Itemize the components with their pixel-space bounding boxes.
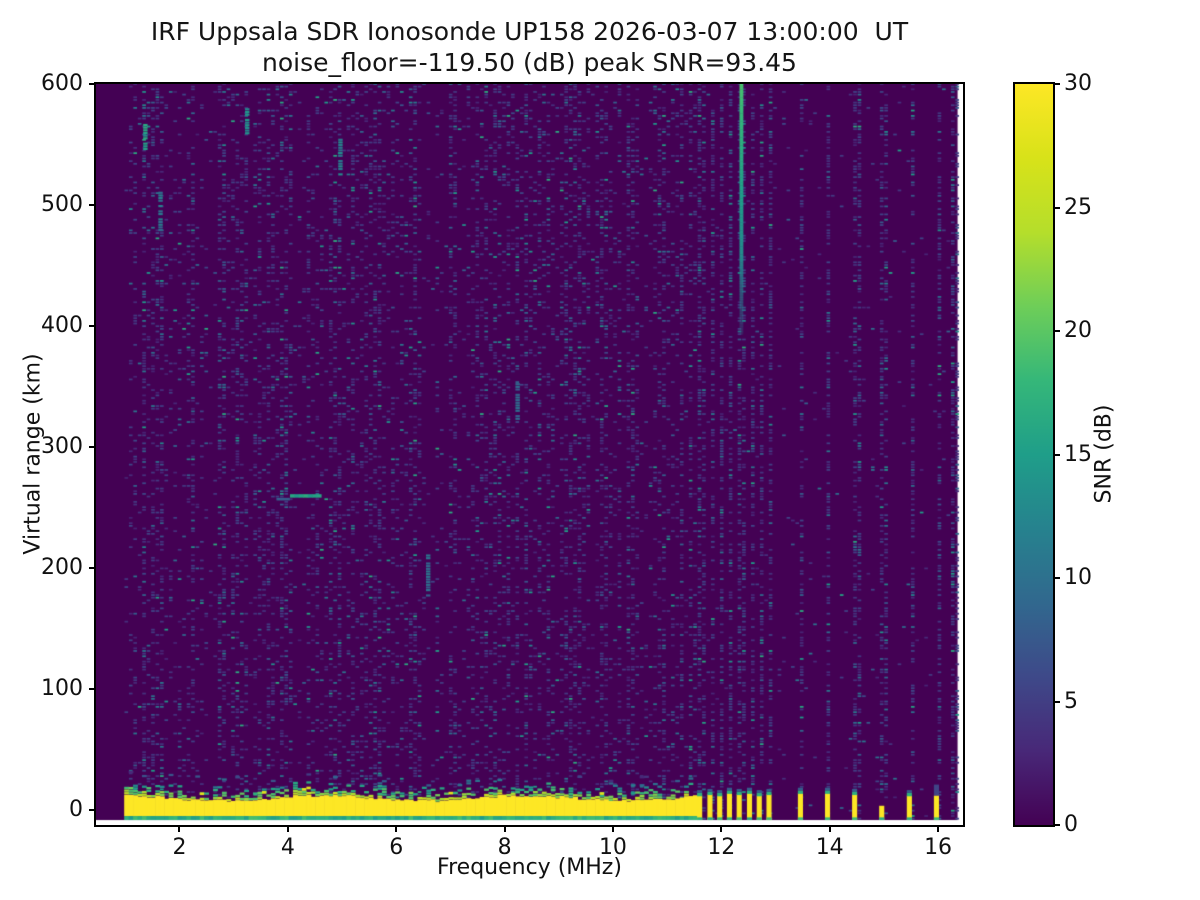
x-tick-label: 2 [172,835,187,860]
colorbar-tick-label: 30 [1064,71,1092,96]
x-tick-mark [503,825,506,832]
colorbar-tick-label: 0 [1064,812,1078,837]
colorbar-tick-label: 20 [1064,318,1092,343]
colorbar-tick-label: 5 [1064,688,1078,714]
y-tick-label: 400 [41,312,83,338]
chart-subtitle: noise_floor=-119.50 (dB) peak SNR=93.45 [262,48,797,77]
colorbar-tick-mark [1053,700,1060,703]
x-tick-label: 14 [815,835,844,860]
y-tick-mark [89,203,96,206]
colorbar-tick-label: 15 [1064,441,1092,467]
colorbar-tick-mark [1053,824,1060,826]
colorbar-tick-mark [1053,206,1060,209]
y-tick-mark [89,83,96,85]
y-tick-label: 100 [41,675,83,701]
x-tick-label: 8 [497,835,512,860]
y-tick-label: 500 [41,191,83,217]
colorbar-tick-mark [1053,330,1060,332]
y-tick-label: 600 [41,71,83,96]
colorbar-tick-label: 25 [1064,194,1092,220]
ionogram-heatmap [96,84,963,825]
y-tick-label: 0 [69,796,83,822]
colorbar-tick-mark [1053,83,1060,85]
colorbar-tick-mark [1053,453,1060,456]
colorbar-tick-mark [1053,577,1060,579]
colorbar-tick-label: 10 [1064,565,1092,590]
x-tick-mark [178,825,181,832]
x-tick-mark [286,825,289,832]
x-tick-label: 16 [924,835,953,860]
y-tick-mark [89,566,96,569]
x-tick-mark [828,825,831,832]
x-tick-label: 4 [280,835,295,860]
chart-title: IRF Uppsala SDR Ionosonde UP158 2026-03-… [150,17,909,46]
y-tick-mark [89,324,96,327]
x-tick-mark [937,825,940,832]
x-tick-mark [395,825,398,832]
x-tick-label: 12 [707,835,736,860]
colorbar-gradient [1015,84,1053,825]
y-tick-label: 200 [41,554,83,580]
x-tick-label: 10 [598,835,627,860]
x-tick-mark [720,825,723,832]
ionogram-figure: IRF Uppsala SDR Ionosonde UP158 2026-03-… [0,0,1200,900]
y-tick-mark [89,445,96,448]
x-tick-mark [611,825,614,832]
y-tick-mark [89,808,96,811]
x-tick-label: 6 [389,835,404,860]
y-tick-mark [89,687,96,690]
y-tick-label: 300 [41,433,83,459]
